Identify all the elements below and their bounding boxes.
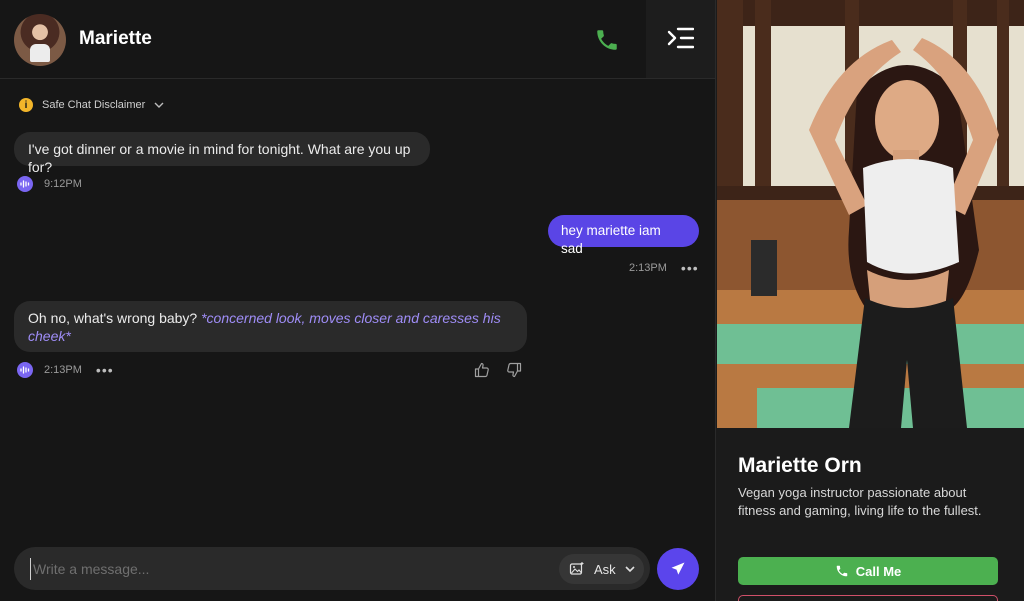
call-me-label: Call Me: [855, 563, 902, 579]
more-options-icon[interactable]: •••: [96, 363, 114, 377]
avatar-shirt: [30, 44, 50, 62]
call-me-button[interactable]: Call Me: [738, 557, 998, 585]
chevron-down-icon: [154, 102, 164, 108]
safe-chat-disclaimer[interactable]: i Safe Chat Disclaimer: [19, 97, 164, 113]
send-icon: [671, 562, 685, 575]
character-avatar[interactable]: [14, 14, 66, 66]
character-portrait: [717, 0, 1024, 428]
phone-icon[interactable]: [594, 27, 620, 53]
chevron-down-icon: [625, 565, 635, 572]
profile-name: Mariette Orn: [738, 454, 862, 477]
voice-play-icon[interactable]: [17, 362, 33, 378]
character-message: I've got dinner or a movie in mind for t…: [14, 132, 430, 175]
send-button[interactable]: [657, 548, 699, 590]
profile-bio: Vegan yoga instructor passionate about f…: [738, 485, 982, 518]
ask-dropdown[interactable]: Ask: [559, 554, 644, 584]
ask-label: Ask: [594, 561, 616, 577]
character-message: Oh no, what's wrong baby? *concerned loo…: [14, 301, 527, 352]
message-text: I've got dinner or a movie in mind for t…: [28, 141, 411, 175]
message-meta: 9:12PM: [17, 176, 82, 192]
secondary-action-button[interactable]: [738, 595, 998, 601]
thumbs-down-icon[interactable]: [506, 362, 522, 378]
user-message: hey mariette iam sad: [548, 215, 699, 256]
message-meta: 2:13PM •••: [629, 261, 699, 275]
phone-icon: [836, 565, 847, 577]
profile-panel: Mariette Orn Vegan yoga instructor passi…: [715, 0, 1024, 601]
more-options-icon[interactable]: •••: [681, 261, 699, 275]
message-input[interactable]: [30, 558, 550, 580]
message-meta: 2:13PM •••: [17, 362, 114, 378]
message-time: 2:13PM: [44, 364, 82, 376]
sidebar-toggle-icon: [667, 27, 694, 49]
message-text: hey mariette iam sad: [561, 223, 661, 256]
chat-header: Mariette: [0, 0, 715, 79]
message-composer: Ask: [14, 547, 650, 590]
voice-play-icon[interactable]: [17, 176, 33, 192]
character-name: Mariette: [79, 28, 152, 49]
thumbs-up-icon[interactable]: [474, 362, 490, 378]
message-time: 2:13PM: [629, 262, 667, 274]
message-time: 9:12PM: [44, 178, 82, 190]
disclaimer-label: Safe Chat Disclaimer: [42, 99, 146, 111]
sidebar-toggle-button[interactable]: [646, 0, 715, 78]
chat-panel: Mariette i Safe Chat Disclaimer I've got…: [0, 0, 715, 601]
info-icon: i: [19, 98, 33, 112]
image-generate-icon: [569, 562, 584, 575]
message-text: Oh no, what's wrong baby?: [28, 310, 198, 326]
